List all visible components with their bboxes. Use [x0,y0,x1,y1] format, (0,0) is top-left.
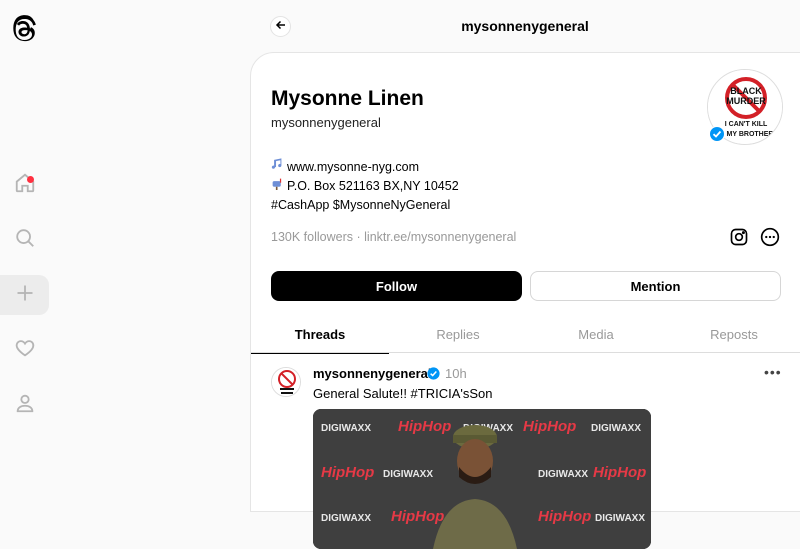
post-text: General Salute!! #TRICIA'sSon [313,386,493,401]
backdrop-brand-text: HipHop [321,464,374,481]
nav-home[interactable] [0,165,50,205]
backdrop-brand-text: DIGIWAXX [383,469,433,480]
nav-create[interactable] [0,275,49,315]
music-note-icon [271,157,285,177]
backdrop-brand-text: HipHop [391,508,444,525]
profile-handle: mysonnenygeneral [271,115,381,130]
bio-line: #CashApp $MysonneNyGeneral [271,196,459,215]
backdrop-brand-text: HipHop [523,418,576,435]
tab-replies[interactable]: Replies [389,315,527,353]
avatar-text-2: MURDER [726,96,766,106]
bio-line: P.O. Box 521163 BX,NY 10452 [271,177,459,197]
profile-bio: www.mysonne-nyg.com P.O. Box 521163 BX,N… [271,157,459,215]
avatar-text-3: I CAN'T KILL [725,121,768,128]
post-more-icon[interactable]: ••• [764,364,782,380]
backdrop-brand-text: DIGIWAXX [538,469,588,480]
verified-badge-icon [709,126,725,142]
followers-count[interactable]: 130K followers [271,230,353,244]
bio-address: P.O. Box 521163 BX,NY 10452 [287,179,459,193]
backdrop-brand-text: HipHop [398,418,451,435]
search-icon [14,227,36,254]
plus-icon [15,283,35,308]
profile-tabs: Threads Replies Media Reposts [251,315,800,354]
tab-threads[interactable]: Threads [251,315,389,354]
avatar-text-1: BLACK [730,86,762,96]
profile-name: Mysonne Linen [271,87,424,110]
top-bar: mysonnenygeneral [250,0,800,52]
backdrop-brand-text: DIGIWAXX [595,513,645,524]
person-icon [14,392,36,419]
meta-separator: · [356,230,361,244]
tab-reposts[interactable]: Reposts [665,315,800,353]
tab-media[interactable]: Media [527,315,665,353]
backdrop-brand-text: DIGIWAXX [321,423,371,434]
sidebar [0,0,50,491]
instagram-icon[interactable] [729,227,749,247]
backdrop-brand-text: HipHop [593,464,646,481]
nav-search[interactable] [0,220,50,260]
backdrop-brand-text: DIGIWAXX [321,513,371,524]
verified-badge-icon [427,367,440,380]
heart-icon [14,337,36,364]
bio-website[interactable]: www.mysonne-nyg.com [287,158,419,177]
notification-dot [27,176,34,183]
bio-cashapp: #CashApp $MysonneNyGeneral [271,198,451,212]
mailbox-icon [271,177,285,197]
page-title: mysonnenygeneral [461,18,589,34]
post-image[interactable]: DIGIWAXX HipHop DIGIWAXX HipHop DIGIWAXX… [313,409,651,549]
post-avatar[interactable] [271,367,301,397]
avatar-text-4: MY BROTHER [727,131,774,138]
post-username[interactable]: mysonnenygeneral [313,366,432,381]
profile-meta: 130K followers · linktr.ee/mysonnenygene… [271,230,516,244]
bio-line: www.mysonne-nyg.com [271,157,459,177]
nav-profile[interactable] [0,385,50,425]
home-icon [14,172,36,199]
follow-button[interactable]: Follow [271,271,522,301]
mention-button[interactable]: Mention [530,271,781,301]
backdrop-brand-text: DIGIWAXX [591,423,641,434]
threads-logo-icon[interactable] [9,14,39,46]
more-options-icon[interactable] [760,227,780,247]
profile-link[interactable]: linktr.ee/mysonnenygeneral [364,230,516,244]
post-time: 10h [445,366,467,381]
nav-activity[interactable] [0,330,50,370]
backdrop-brand-text: HipHop [538,508,591,525]
profile-panel: Mysonne Linen mysonnenygeneral BLACK MUR… [250,52,800,549]
